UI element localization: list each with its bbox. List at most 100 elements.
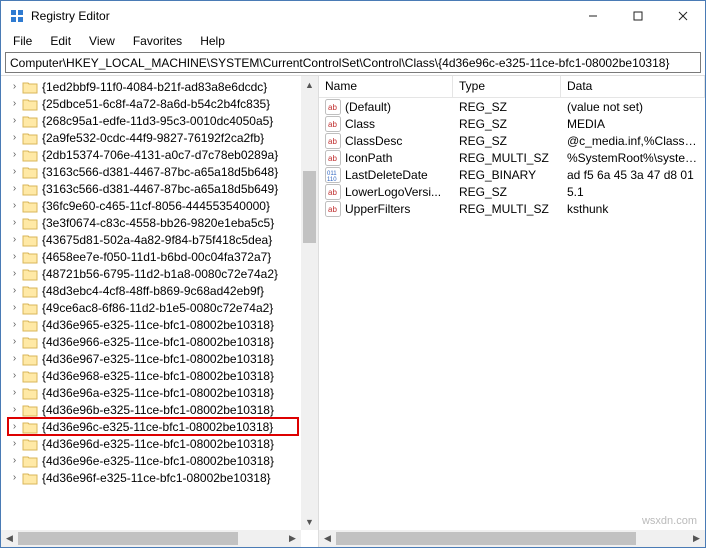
tree-item-label: {268c95a1-edfe-11d3-95c3-0010dc4050a5}: [42, 114, 273, 128]
tree-item[interactable]: ›{36fc9e60-c465-11cf-8056-444553540000}: [1, 197, 301, 214]
expand-icon[interactable]: ›: [9, 166, 20, 177]
folder-icon: [22, 471, 38, 485]
expand-icon[interactable]: ›: [9, 302, 20, 313]
tree-item-label: {48721b56-6795-11d2-b1a8-0080c72e74a2}: [42, 267, 278, 281]
tree-item-label: {4d36e967-e325-11ce-bfc1-08002be10318}: [42, 352, 274, 366]
expand-icon[interactable]: ›: [9, 98, 20, 109]
expand-icon[interactable]: ›: [9, 472, 20, 483]
tree-hscrollbar[interactable]: ◀ ▶: [1, 530, 301, 547]
tree-item[interactable]: ›{3163c566-d381-4467-87bc-a65a18d5b648}: [1, 163, 301, 180]
tree-item[interactable]: › {2db15374-706e-4131-a0c7-d7c78eb0289a}: [1, 146, 301, 163]
value-type: REG_SZ: [453, 134, 561, 148]
value-name: IconPath: [345, 151, 392, 165]
value-data: (value not set): [561, 100, 705, 114]
list-hscrollbar[interactable]: ◀ ▶: [319, 530, 705, 547]
menu-favorites[interactable]: Favorites: [125, 33, 190, 49]
tree-item[interactable]: ›{1ed2bbf9-11f0-4084-b21f-ad83a8e6dcdc}: [1, 78, 301, 95]
tree-item[interactable]: › {3e3f0674-c83c-4558-bb26-9820e1eba5c5}: [1, 214, 301, 231]
menu-view[interactable]: View: [81, 33, 123, 49]
menu-file[interactable]: File: [5, 33, 40, 49]
value-row[interactable]: ClassDescREG_SZ@c_media.inf,%ClassDesc%;…: [319, 132, 705, 149]
expand-icon[interactable]: ›: [9, 285, 20, 296]
expand-icon[interactable]: ›: [9, 438, 20, 449]
folder-icon: [22, 335, 38, 349]
menu-help[interactable]: Help: [192, 33, 233, 49]
value-row[interactable]: LastDeleteDateREG_BINARYad f5 6a 45 3a 4…: [319, 166, 705, 183]
expand-icon[interactable]: ›: [9, 234, 20, 245]
tree-item[interactable]: ›{4d36e96b-e325-11ce-bfc1-08002be10318}: [1, 401, 301, 418]
app-icon: [9, 8, 25, 24]
tree-item[interactable]: ›{4d36e96a-e325-11ce-bfc1-08002be10318}: [1, 384, 301, 401]
tree-item[interactable]: › {3163c566-d381-4467-87bc-a65a18d5b649}: [1, 180, 301, 197]
value-type: REG_SZ: [453, 117, 561, 131]
tree-item-label: {2db15374-706e-4131-a0c7-d7c78eb0289a}: [42, 148, 278, 162]
tree-item-label: {3163c566-d381-4467-87bc-a65a18d5b649}: [42, 182, 278, 196]
folder-icon: [22, 437, 38, 451]
value-row[interactable]: (Default)REG_SZ(value not set): [319, 98, 705, 115]
expand-icon[interactable]: ›: [9, 455, 20, 466]
menu-edit[interactable]: Edit: [42, 33, 79, 49]
tree-item[interactable]: ›{43675d81-502a-4a82-9f84-b75f418c5dea}: [1, 231, 301, 248]
value-name: LastDeleteDate: [345, 168, 428, 182]
close-button[interactable]: [660, 1, 705, 31]
expand-icon[interactable]: ›: [9, 149, 20, 160]
folder-icon: [22, 250, 38, 264]
maximize-button[interactable]: [615, 1, 660, 31]
minimize-button[interactable]: [570, 1, 615, 31]
tree-item-label: {3e3f0674-c83c-4558-bb26-9820e1eba5c5}: [42, 216, 274, 230]
expand-icon[interactable]: ›: [9, 217, 20, 228]
tree-item[interactable]: ›{4d36e96f-e325-11ce-bfc1-08002be10318}: [1, 469, 301, 486]
value-name: ClassDesc: [345, 134, 402, 148]
tree-item[interactable]: ›{25dbce51-6c8f-4a72-8a6d-b54c2b4fc835}: [1, 95, 301, 112]
expand-icon[interactable]: ›: [9, 353, 20, 364]
expand-icon[interactable]: ›: [9, 387, 20, 398]
expand-icon[interactable]: ›: [9, 421, 20, 432]
tree-vscrollbar[interactable]: ▲ ▼: [301, 76, 318, 530]
expand-icon[interactable]: ›: [9, 183, 20, 194]
tree-item[interactable]: › {48721b56-6795-11d2-b1a8-0080c72e74a2}: [1, 265, 301, 282]
tree-item-label: {48d3ebc4-4cf8-48ff-b869-9c68ad42eb9f}: [42, 284, 264, 298]
tree-item[interactable]: › {4d36e96c-e325-11ce-bfc1-08002be10318}: [1, 418, 301, 435]
expand-icon[interactable]: ›: [9, 319, 20, 330]
tree-item[interactable]: ›{2a9fe532-0cdc-44f9-9827-76192f2ca2fb}: [1, 129, 301, 146]
value-type: REG_SZ: [453, 100, 561, 114]
value-type: REG_SZ: [453, 185, 561, 199]
expand-icon[interactable]: ›: [9, 115, 20, 126]
address-bar[interactable]: Computer\HKEY_LOCAL_MACHINE\SYSTEM\Curre…: [5, 52, 701, 73]
col-data[interactable]: Data: [561, 76, 705, 97]
col-name[interactable]: Name: [319, 76, 453, 97]
tree-item-label: {4d36e96e-e325-11ce-bfc1-08002be10318}: [42, 454, 274, 468]
tree-item[interactable]: › {48d3ebc4-4cf8-48ff-b869-9c68ad42eb9f}: [1, 282, 301, 299]
value-data: 5.1: [561, 185, 705, 199]
expand-icon[interactable]: ›: [9, 251, 20, 262]
list-header: Name Type Data: [319, 76, 705, 98]
expand-icon[interactable]: ›: [9, 268, 20, 279]
tree-item-label: {4d36e966-e325-11ce-bfc1-08002be10318}: [42, 335, 274, 349]
expand-icon[interactable]: ›: [9, 200, 20, 211]
tree-item[interactable]: › {268c95a1-edfe-11d3-95c3-0010dc4050a5}: [1, 112, 301, 129]
value-row[interactable]: UpperFiltersREG_MULTI_SZksthunk: [319, 200, 705, 217]
tree-item[interactable]: ›{4d36e96d-e325-11ce-bfc1-08002be10318}: [1, 435, 301, 452]
folder-icon: [22, 403, 38, 417]
value-data: MEDIA: [561, 117, 705, 131]
tree-item[interactable]: › {4d36e966-e325-11ce-bfc1-08002be10318}: [1, 333, 301, 350]
expand-icon[interactable]: ›: [9, 404, 20, 415]
tree-item[interactable]: ›{4658ee7e-f050-11d1-b6bd-00c04fa372a7}: [1, 248, 301, 265]
tree-item[interactable]: ›{4d36e968-e325-11ce-bfc1-08002be10318}: [1, 367, 301, 384]
expand-icon[interactable]: ›: [9, 336, 20, 347]
tree-item-label: {4d36e96c-e325-11ce-bfc1-08002be10318}: [42, 420, 273, 434]
folder-icon: [22, 199, 38, 213]
tree-item[interactable]: ›{49ce6ac8-6f86-11d2-b1e5-0080c72e74a2}: [1, 299, 301, 316]
folder-icon: [22, 420, 38, 434]
expand-icon[interactable]: ›: [9, 132, 20, 143]
folder-icon: [22, 80, 38, 94]
tree-item[interactable]: › {4d36e967-e325-11ce-bfc1-08002be10318}: [1, 350, 301, 367]
value-row[interactable]: LowerLogoVersi...REG_SZ5.1: [319, 183, 705, 200]
expand-icon[interactable]: ›: [9, 81, 20, 92]
col-type[interactable]: Type: [453, 76, 561, 97]
tree-item[interactable]: › {4d36e96e-e325-11ce-bfc1-08002be10318}: [1, 452, 301, 469]
expand-icon[interactable]: ›: [9, 370, 20, 381]
tree-item[interactable]: ›{4d36e965-e325-11ce-bfc1-08002be10318}: [1, 316, 301, 333]
value-row[interactable]: IconPathREG_MULTI_SZ%SystemRoot%\system3…: [319, 149, 705, 166]
value-row[interactable]: ClassREG_SZMEDIA: [319, 115, 705, 132]
